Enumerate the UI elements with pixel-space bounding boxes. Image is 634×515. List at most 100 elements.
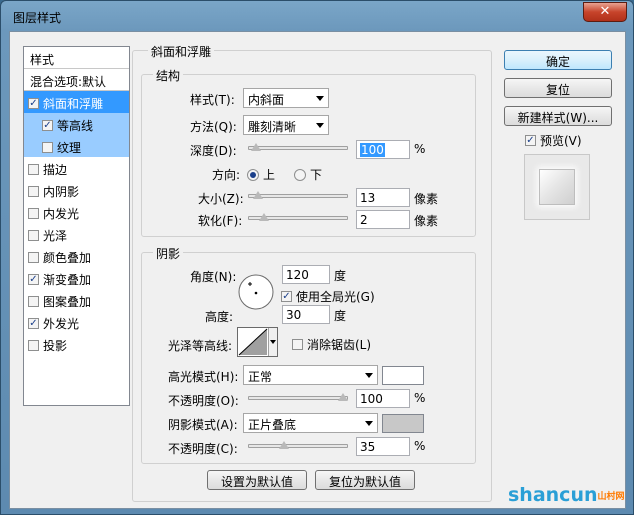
checkbox-texture[interactable] [42,142,53,153]
reset-default-button[interactable]: 复位为默认值 [315,470,415,490]
technique-label: 方法(Q): [190,120,237,134]
style-item-label: 渐变叠加 [43,273,92,287]
style-list: 样式 混合选项:默认 斜面和浮雕 等高线 纹理 描边 内阴影 内发光 光泽 [23,46,130,406]
style-label: 样式(T): [190,93,235,107]
preview-swatch [539,169,575,205]
highlight-mode-value: 正常 [248,370,273,384]
style-item-label: 内发光 [43,207,80,221]
technique-select[interactable]: 雕刻清晰 [243,115,329,135]
style-item-label: 图案叠加 [43,295,92,309]
new-style-button[interactable]: 新建样式(W)... [504,106,612,126]
technique-value: 雕刻清晰 [248,120,297,134]
style-item-texture[interactable]: 纹理 [24,135,129,157]
checkbox-preview[interactable] [525,135,536,146]
chevron-down-icon [270,340,276,344]
soften-slider[interactable] [248,213,348,225]
slider-thumb[interactable] [259,213,269,225]
ok-button[interactable]: 确定 [504,50,612,70]
angle-dial[interactable] [237,273,275,311]
size-slider[interactable] [248,191,348,203]
style-item-label: 斜面和浮雕 [43,97,104,111]
checkbox-contour[interactable] [42,120,53,131]
checkbox-inner-shadow[interactable] [28,186,39,197]
style-item-satin[interactable]: 光泽 [24,223,129,245]
style-item-gradient-overlay[interactable]: 渐变叠加 [24,267,129,289]
size-value: 13 [360,191,376,205]
checkbox-antialias[interactable] [292,339,303,350]
style-item-outer-glow[interactable]: 外发光 [24,311,129,333]
style-item-pattern-overlay[interactable]: 图案叠加 [24,289,129,311]
style-item-label: 描边 [43,163,68,177]
angle-input[interactable]: 120 [282,265,330,284]
blending-options-item[interactable]: 混合选项:默认 [24,69,129,91]
highlight-opacity-slider[interactable] [248,393,348,405]
style-list-header[interactable]: 样式 [24,47,129,69]
shading-title: 阴影 [153,245,184,262]
checkbox-color-overlay[interactable] [28,252,39,263]
soften-unit: 像素 [414,214,439,228]
bevel-style-select[interactable]: 内斜面 [243,88,329,108]
shadow-opacity-slider[interactable] [248,441,348,453]
altitude-input[interactable]: 30 [282,305,330,324]
bevel-style-value: 内斜面 [248,93,285,107]
preview-checkbox[interactable]: 预览(V) [525,132,582,149]
highlight-mode-select[interactable]: 正常 [243,365,378,385]
bevel-emboss-title: 斜面和浮雕 [148,43,215,60]
shadow-mode-label: 阴影模式(A): [168,418,238,432]
style-item-bevel-emboss[interactable]: 斜面和浮雕 [24,91,129,113]
shadow-opacity-input[interactable]: 35 [356,437,410,456]
style-item-contour[interactable]: 等高线 [24,113,129,135]
direction-up-radio[interactable]: 上 [247,166,275,183]
depth-input[interactable]: 100 [356,140,410,159]
style-item-inner-shadow[interactable]: 内阴影 [24,179,129,201]
highlight-opacity-value: 100 [360,392,383,406]
slider-track [248,444,348,448]
size-input[interactable]: 13 [356,188,410,207]
shadow-color-swatch[interactable] [382,414,424,433]
slider-thumb[interactable] [253,191,263,203]
global-light-checkbox[interactable]: 使用全局光(G) [281,288,375,305]
title-bar[interactable]: 图层样式 ✕ [1,1,633,31]
highlight-color-swatch[interactable] [382,366,424,385]
altitude-label: 高度: [205,310,234,324]
slider-thumb[interactable] [338,393,348,405]
altitude-unit: 度 [334,309,347,323]
reset-button[interactable]: 复位 [504,78,612,98]
gloss-contour-picker[interactable] [237,327,278,357]
contour-dropdown[interactable] [268,328,277,356]
depth-slider[interactable] [248,143,348,155]
checkbox-global-light[interactable] [281,291,292,302]
slider-thumb[interactable] [251,143,261,155]
checkbox-inner-glow[interactable] [28,208,39,219]
checkbox-pattern-overlay[interactable] [28,296,39,307]
direction-down-radio[interactable]: 下 [294,166,322,183]
dialog-client-area: 样式 混合选项:默认 斜面和浮雕 等高线 纹理 描边 内阴影 内发光 光泽 [9,31,626,509]
checkbox-gradient-overlay[interactable] [28,274,39,285]
style-item-inner-glow[interactable]: 内发光 [24,201,129,223]
checkbox-drop-shadow[interactable] [28,340,39,351]
make-default-button[interactable]: 设置为默认值 [207,470,307,490]
layer-style-dialog: 图层样式 ✕ 样式 混合选项:默认 斜面和浮雕 等高线 纹理 描边 内阴影 内发 [0,0,634,515]
style-item-color-overlay[interactable]: 颜色叠加 [24,245,129,267]
close-button[interactable]: ✕ [583,2,627,22]
style-item-stroke[interactable]: 描边 [24,157,129,179]
slider-track [248,396,348,400]
size-unit: 像素 [414,192,439,206]
checkbox-bevel-emboss[interactable] [28,98,39,109]
highlight-mode-label: 高光模式(H): [168,370,239,384]
style-item-drop-shadow[interactable]: 投影 [24,333,129,355]
radio-up[interactable] [247,169,259,181]
shadow-mode-select[interactable]: 正片叠底 [243,413,378,433]
direction-down-label: 下 [310,168,323,182]
highlight-opacity-unit: % [414,391,426,405]
checkbox-outer-glow[interactable] [28,318,39,329]
slider-thumb[interactable] [279,441,289,453]
soften-input[interactable]: 2 [356,210,410,229]
style-item-label: 内阴影 [43,185,80,199]
highlight-opacity-input[interactable]: 100 [356,389,410,408]
radio-down[interactable] [294,169,306,181]
shadow-opacity-label: 不透明度(C): [168,442,238,456]
checkbox-satin[interactable] [28,230,39,241]
antialias-checkbox[interactable]: 消除锯齿(L) [292,336,371,353]
checkbox-stroke[interactable] [28,164,39,175]
